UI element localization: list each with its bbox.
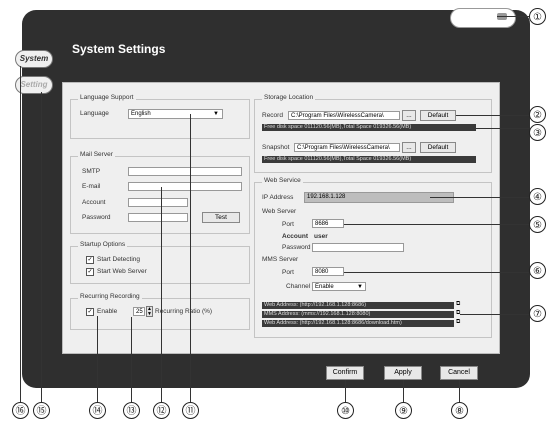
snapshot-disk-info: Free disk space 011120.56(MB),Total Spac… <box>262 156 476 163</box>
callout-line-11 <box>190 114 191 402</box>
snapshot-default-button[interactable]: Default <box>420 142 456 153</box>
callout-3: ③ <box>529 124 546 141</box>
mms-server-label: MMS Server <box>262 256 299 263</box>
callout-line-14 <box>97 316 98 402</box>
callout-9: ⑨ <box>395 402 412 419</box>
window-title: System Settings <box>72 42 166 56</box>
account-input[interactable] <box>128 198 188 207</box>
callout-4: ④ <box>529 188 546 205</box>
callout-5: ⑤ <box>529 216 546 233</box>
start-detecting-label: Start Detecting <box>97 256 140 263</box>
web-server-label: Web Server <box>262 208 297 215</box>
callout-13: ⑬ <box>123 402 140 419</box>
copy-download-address-icon[interactable]: ⧉ <box>456 319 460 326</box>
callout-7: ⑦ <box>529 305 546 322</box>
startup-group-title: Startup Options <box>78 241 128 248</box>
snapshot-label: Snapshot <box>262 144 290 151</box>
mms-port-input[interactable]: 8080 <box>312 267 344 276</box>
start-detecting-checkbox[interactable]: ✓ <box>86 256 94 264</box>
record-browse-button[interactable]: ... <box>402 110 416 121</box>
language-value: English <box>131 111 151 117</box>
recurring-stepper[interactable]: ▲ ▼ <box>146 306 153 317</box>
callout-line-15 <box>41 92 42 402</box>
recurring-ratio-label: Recurring Ratio (%) <box>155 308 213 315</box>
callout-2: ② <box>529 106 546 123</box>
recurring-enable-checkbox[interactable]: ✓ <box>86 308 94 316</box>
web-group-title: Web Service <box>262 177 303 184</box>
language-group <box>70 99 250 139</box>
callout-11: ⑪ <box>182 402 199 419</box>
web-port-input[interactable]: 8686 <box>312 219 344 228</box>
apply-button[interactable]: Apply <box>384 366 422 380</box>
callout-1: ① <box>529 8 546 25</box>
language-label: Language <box>80 110 109 117</box>
web-address-field: Web Address: (http://192.168.1.128:8686) <box>262 302 454 309</box>
channel-label: Channel <box>286 283 311 290</box>
callout-line-4 <box>430 197 529 198</box>
record-disk-info: Free disk space 011120.56(MB),Total Spac… <box>262 124 476 131</box>
recurring-enable-label: Enable <box>97 308 118 315</box>
language-group-title: Language Support <box>78 94 136 101</box>
callout-8: ⑧ <box>451 402 468 419</box>
email-input[interactable] <box>128 182 242 191</box>
callout-12: ⑫ <box>153 402 170 419</box>
callout-line-12 <box>161 187 162 402</box>
web-account-label: Account <box>282 233 308 240</box>
callout-14: ⑭ <box>89 402 106 419</box>
mms-address-field: MMS Address: (mms://192.168.1.128:8080) <box>262 311 454 318</box>
test-button[interactable]: Test <box>202 212 240 223</box>
password-label: Password <box>82 214 111 221</box>
callout-line-10 <box>345 380 346 402</box>
callout-line-16 <box>20 66 21 402</box>
smtp-label: SMTP <box>82 168 101 175</box>
confirm-button[interactable]: Confirm <box>326 366 364 380</box>
startup-group <box>70 246 250 284</box>
snapshot-path-input[interactable]: C:\Program Files\WirelessCamera\ <box>294 143 400 152</box>
start-webserver-label: Start Web Server <box>97 268 147 275</box>
ip-label: IP Address <box>262 194 294 201</box>
recurring-group-title: Recurring Recording <box>78 293 142 300</box>
callout-line-3 <box>476 128 529 129</box>
channel-select[interactable]: Enable ▼ <box>312 282 366 291</box>
email-label: E-mail <box>82 183 101 190</box>
web-download-address-field: Web Address: (http://192.168.1.128:8686/… <box>262 320 454 327</box>
smtp-input[interactable] <box>128 167 242 176</box>
language-select[interactable]: English ▼ <box>128 109 223 119</box>
callout-line-5 <box>344 224 529 225</box>
callout-16: ⑯ <box>12 402 29 419</box>
snapshot-browse-button[interactable]: ... <box>402 142 416 153</box>
storage-group-title: Storage Location <box>262 94 316 101</box>
mail-group-title: Mail Server <box>78 151 115 158</box>
callout-6: ⑥ <box>529 262 546 279</box>
callout-line-9 <box>403 380 404 402</box>
recurring-value-input[interactable]: 25 <box>133 307 145 316</box>
record-default-button[interactable]: Default <box>420 110 456 121</box>
web-password-input[interactable] <box>312 243 404 252</box>
account-label: Account <box>82 199 106 206</box>
callout-line-6 <box>344 272 529 273</box>
callout-15: ⑮ <box>33 402 50 419</box>
start-webserver-checkbox[interactable]: ✓ <box>86 268 94 276</box>
web-password-label: Password <box>282 244 311 251</box>
record-path-input[interactable]: C:\Program Files\WirelessCamera\ <box>288 111 400 120</box>
mms-port-label: Port <box>282 269 294 276</box>
callout-line-1 <box>497 16 529 17</box>
channel-value: Enable <box>315 284 334 290</box>
web-account-value: user <box>314 233 328 240</box>
callout-line-7 <box>460 314 529 315</box>
dropdown-arrow-icon: ▼ <box>213 111 219 117</box>
cancel-button[interactable]: Cancel <box>440 366 478 380</box>
copy-web-address-icon[interactable]: ⧉ <box>456 301 460 308</box>
callout-line-13 <box>131 317 132 402</box>
callout-line-8 <box>459 380 460 402</box>
callout-line-2 <box>456 115 529 116</box>
web-port-label: Port <box>282 221 294 228</box>
password-input[interactable] <box>128 213 188 222</box>
callout-10: ⑩ <box>337 402 354 419</box>
record-label: Record <box>262 112 283 119</box>
dropdown-arrow-icon: ▼ <box>357 284 363 290</box>
